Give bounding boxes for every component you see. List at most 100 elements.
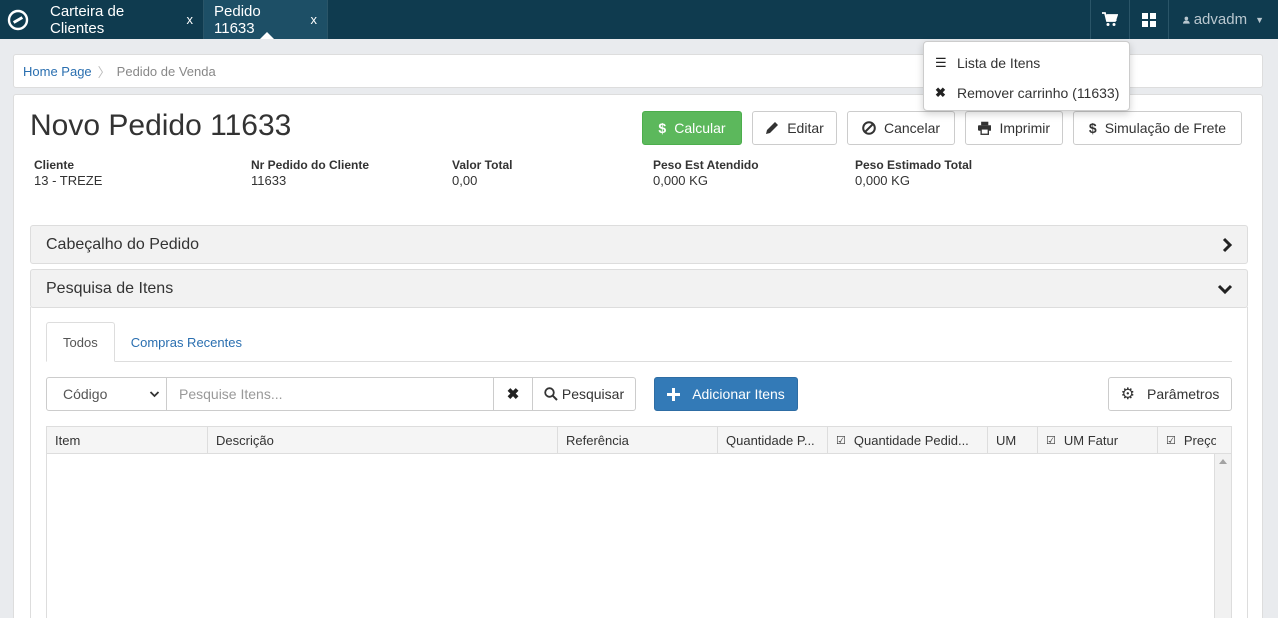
parametros-button[interactable]: ⚙ Parâmetros — [1108, 377, 1232, 411]
dollar-icon: $ — [1088, 120, 1097, 136]
chevron-right-icon — [1222, 237, 1233, 253]
info-label: Cliente — [34, 158, 75, 172]
info-cliente: Cliente 13 - TREZE — [34, 158, 102, 188]
info-label: Nr Pedido do Cliente — [251, 158, 370, 172]
action-toolbar: $ Calcular Editar Cancelar Imprimir $ Si… — [642, 111, 1242, 145]
calcular-label: Calcular — [674, 120, 726, 136]
info-peso-total: Peso Estimado Total 0,000 KG — [855, 158, 972, 188]
parametros-label: Parâmetros — [1147, 386, 1220, 402]
items-grid: Item Descrição Referência Quantidade P..… — [46, 426, 1232, 618]
cart-icon — [1102, 12, 1118, 26]
search-input[interactable] — [166, 377, 494, 411]
chevron-down-icon — [1217, 284, 1233, 295]
gear-icon: ⚙ — [1120, 386, 1135, 403]
panel-pesquisa-itens[interactable]: Pesquisa de Itens — [30, 269, 1248, 308]
grid-header: Item Descrição Referência Quantidade P..… — [47, 427, 1231, 454]
app-logo-icon[interactable] — [0, 0, 36, 39]
tab-label: Pedido 11633 — [214, 2, 261, 37]
column-label: Referência — [566, 433, 629, 448]
list-icon: ☰ — [935, 55, 947, 70]
imprimir-label: Imprimir — [999, 120, 1050, 136]
tab-todos[interactable]: Todos — [46, 322, 115, 362]
breadcrumb-current: Pedido de Venda — [116, 63, 216, 79]
chevron-down-icon — [149, 391, 160, 398]
search-field-select[interactable]: Código — [46, 377, 167, 411]
imprimir-button[interactable]: Imprimir — [965, 111, 1063, 145]
frete-label: Simulação de Frete — [1104, 120, 1227, 136]
breadcrumb-home-link[interactable]: Home Page — [23, 64, 92, 79]
info-value: 0,000 KG — [855, 173, 910, 188]
panel-cabecalho-pedido[interactable]: Cabeçalho do Pedido — [30, 225, 1248, 264]
user-icon — [1183, 16, 1190, 24]
info-value: 0,000 KG — [653, 173, 708, 188]
top-navbar: Carteira de Clientes x Pedido 11633 x ad… — [0, 0, 1278, 39]
close-icon: ✖ — [506, 386, 520, 403]
info-peso-atendido: Peso Est Atendido 0,000 KG — [653, 158, 759, 188]
adicionar-itens-button[interactable]: Adicionar Itens — [654, 377, 798, 411]
column-label: Quantidade P... — [726, 433, 815, 448]
grid-icon — [1142, 12, 1156, 27]
info-value: 13 - TREZE — [34, 173, 103, 188]
search-tabs: Todos Compras Recentes — [46, 322, 1232, 362]
cart-dropdown-menu: ☰ Lista de Itens ✖ Remover carrinho (116… — [923, 41, 1130, 111]
column-header-descricao[interactable]: Descrição — [208, 427, 558, 453]
tab-pedido[interactable]: Pedido 11633 x — [204, 0, 328, 39]
calcular-button[interactable]: $ Calcular — [642, 111, 742, 145]
edit-check-icon: ☑ — [836, 435, 846, 447]
editar-button[interactable]: Editar — [752, 111, 837, 145]
cart-button[interactable] — [1090, 0, 1129, 39]
info-valor-total: Valor Total 0,00 — [452, 158, 512, 188]
column-header-quantidade-pedida[interactable]: ☑ Quantidade Pedid... — [828, 427, 988, 453]
info-label: Peso Estimado Total — [855, 158, 973, 172]
tab-close-icon[interactable]: x — [295, 12, 328, 27]
pesquisar-button[interactable]: Pesquisar — [532, 377, 636, 411]
search-row: Código ✖ Pesquisar — [46, 377, 1232, 411]
column-header-referencia[interactable]: Referência — [558, 427, 718, 453]
remove-icon: ✖ — [935, 85, 946, 100]
menu-item-label: Remover carrinho (11633) — [957, 85, 1120, 101]
grid-scrollbar[interactable] — [1214, 454, 1231, 618]
edit-check-icon: ☑ — [1046, 435, 1056, 447]
caret-down-icon: ▼ — [1255, 14, 1264, 25]
page-title: Novo Pedido 11633 — [30, 109, 292, 142]
column-header-um-fatur[interactable]: ☑ UM Fatur — [1038, 427, 1158, 453]
pesquisar-label: Pesquisar — [561, 386, 625, 402]
plus-icon — [667, 387, 681, 401]
tab-label: Carteira de Clientes — [50, 2, 125, 37]
column-header-quantidade-p[interactable]: Quantidade P... — [718, 427, 828, 453]
apps-button[interactable] — [1129, 0, 1168, 39]
info-nr-pedido: Nr Pedido do Cliente 11633 — [251, 158, 369, 188]
clear-search-button[interactable]: ✖ — [493, 377, 533, 411]
column-label: UM Fatur — [1063, 433, 1119, 448]
scroll-up-icon[interactable] — [1219, 459, 1227, 464]
column-header-item[interactable]: Item — [47, 427, 208, 453]
cancelar-button[interactable]: Cancelar — [847, 111, 955, 145]
column-header-um[interactable]: UM — [988, 427, 1038, 453]
tab-compras-recentes[interactable]: Compras Recentes — [115, 322, 258, 362]
search-field-value: Código — [63, 386, 108, 402]
menu-item-lista-de-itens[interactable]: ☰ Lista de Itens — [924, 48, 1129, 78]
menu-item-remover-carrinho[interactable]: ✖ Remover carrinho (11633) — [924, 78, 1129, 108]
info-label: Peso Est Atendido — [653, 158, 759, 172]
dollar-icon: $ — [658, 120, 667, 136]
adicionar-label: Adicionar Itens — [692, 386, 785, 402]
search-icon — [544, 387, 558, 401]
column-label: Preço — [1183, 433, 1216, 448]
edit-check-icon: ☑ — [1166, 435, 1176, 447]
column-label: Quantidade Pedid... — [853, 433, 969, 448]
panel-pesquisa-body: Todos Compras Recentes Código ✖ Pesquisa… — [30, 307, 1248, 618]
info-value: 0,00 — [452, 173, 478, 188]
column-header-preco[interactable]: ☑ Preço — [1158, 427, 1216, 453]
simulacao-frete-button[interactable]: $ Simulação de Frete — [1073, 111, 1242, 145]
panel-title: Cabeçalho do Pedido — [46, 235, 200, 253]
user-name: advadm — [1193, 11, 1248, 28]
breadcrumb-separator: 〉 — [97, 64, 111, 80]
user-menu[interactable]: advadm ▼ — [1168, 0, 1278, 39]
info-label: Valor Total — [452, 158, 513, 172]
panel-title: Pesquisa de Itens — [46, 279, 174, 297]
tab-close-icon[interactable]: x — [171, 12, 204, 27]
tab-carteira-de-clientes[interactable]: Carteira de Clientes x — [36, 0, 204, 39]
column-label: Descrição — [216, 433, 274, 448]
pencil-icon — [766, 122, 779, 134]
column-label: UM — [996, 433, 1017, 448]
